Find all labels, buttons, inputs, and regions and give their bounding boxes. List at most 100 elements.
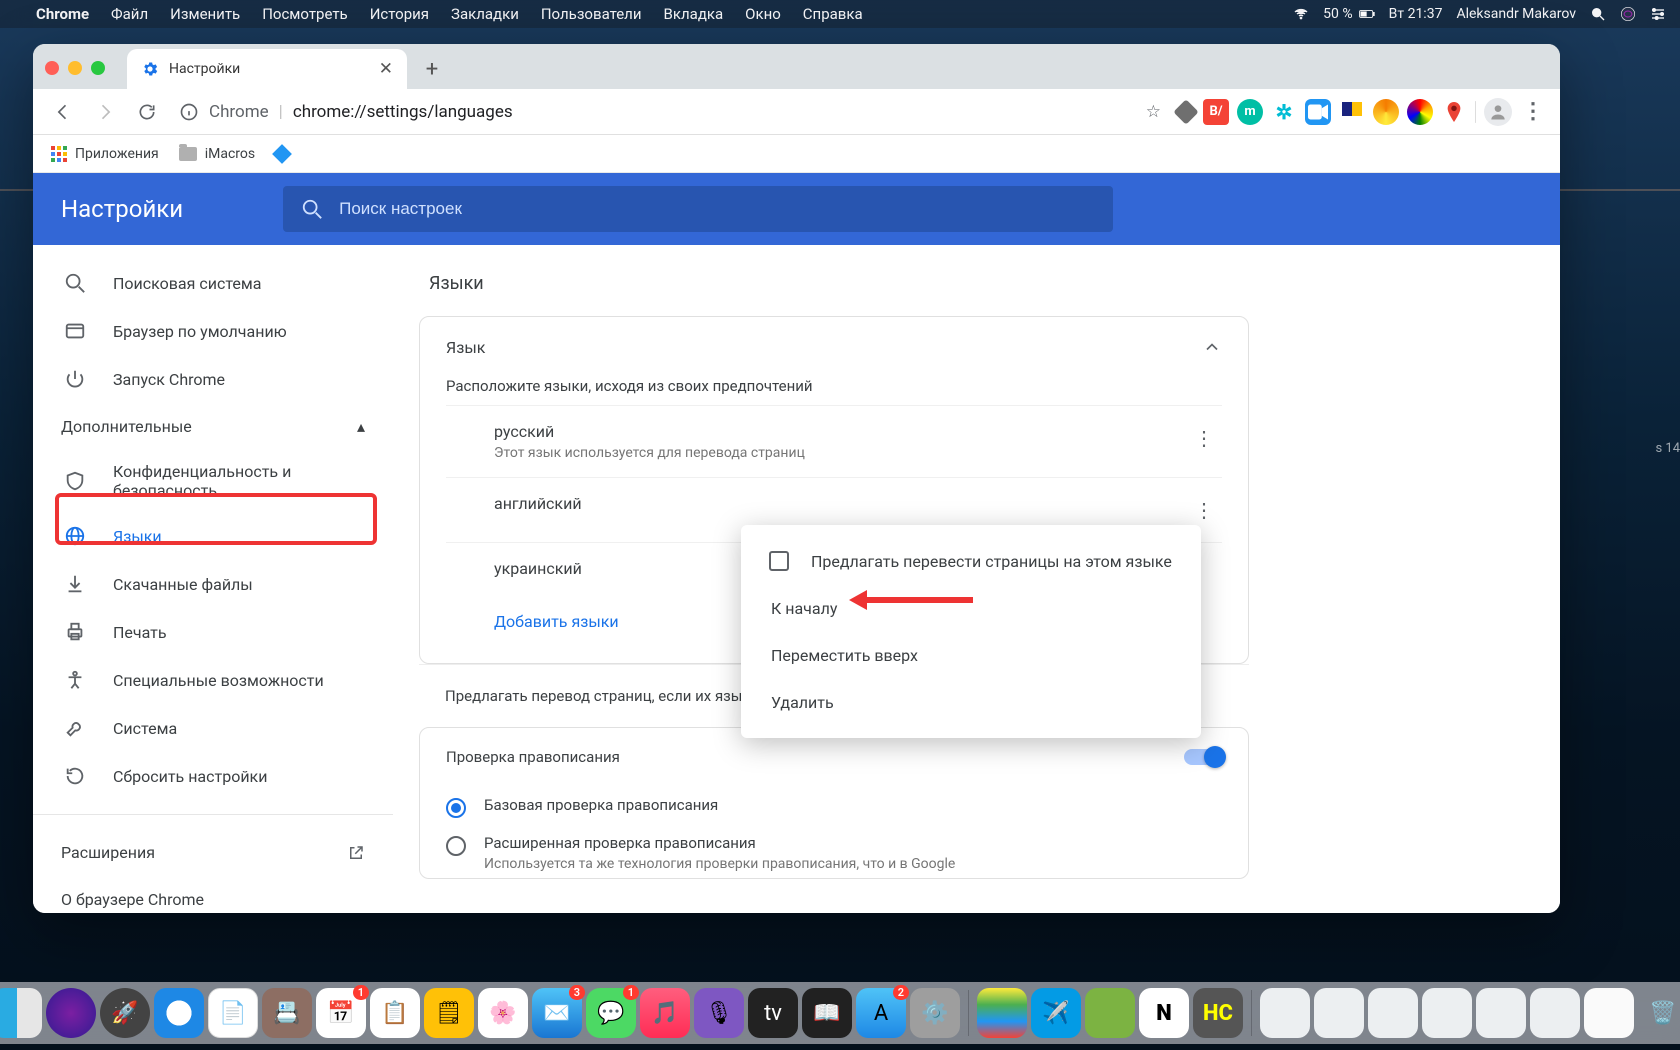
spotlight-icon[interactable] [1590, 6, 1606, 22]
new-tab-button[interactable]: + [415, 52, 449, 86]
extension-icon[interactable] [1339, 99, 1365, 125]
sidebar-item-accessibility[interactable]: Специальные возможности [33, 656, 393, 704]
browser-tab[interactable]: Настройки ✕ [127, 49, 407, 89]
dock-stack[interactable] [1368, 988, 1418, 1038]
dock-app-messages[interactable]: 💬1 [586, 988, 636, 1038]
menubar-item[interactable]: Пользователи [541, 5, 642, 23]
radio-button-icon[interactable] [446, 798, 466, 818]
menubar-item[interactable]: Посмотреть [262, 5, 348, 23]
profile-avatar[interactable] [1484, 98, 1512, 126]
dock-app-finder[interactable] [0, 988, 42, 1038]
sidebar-item-search-engine[interactable]: Поисковая система [33, 259, 393, 307]
settings-search-input[interactable] [339, 199, 1095, 219]
dock-app-calendar[interactable]: 📅1 [316, 988, 366, 1038]
menubar-item[interactable]: Справка [803, 5, 863, 23]
dock-app-telegram[interactable]: ✈️ [1031, 988, 1081, 1038]
dock-app-reminders[interactable]: 📋 [370, 988, 420, 1038]
spellcheck-enhanced-option[interactable]: Расширенная проверка правописания Исполь… [420, 824, 1248, 878]
bookmark-item[interactable] [275, 147, 289, 161]
dock-stack[interactable] [1530, 988, 1580, 1038]
chrome-menu-button[interactable]: ⋮ [1520, 99, 1546, 125]
menu-item-offer-translate[interactable]: Предлагать перевести страницы на этом яз… [741, 537, 1201, 585]
sidebar-item-reset[interactable]: Сбросить настройки [33, 752, 393, 800]
sidebar-item-downloads[interactable]: Скачанные файлы [33, 560, 393, 608]
spellcheck-basic-option[interactable]: Базовая проверка правописания [420, 786, 1248, 824]
address-bar[interactable]: Chrome | chrome://settings/languages ☆ [173, 95, 1167, 129]
dock-app-notes[interactable]: 🗒 [424, 988, 474, 1038]
menubar-item[interactable]: Окно [745, 5, 781, 23]
menubar-app-name[interactable]: Chrome [36, 5, 89, 23]
dock-app-photos[interactable]: 🌸 [478, 988, 528, 1038]
extension-icon[interactable]: ✲ [1271, 99, 1297, 125]
extension-icon[interactable] [1373, 99, 1399, 125]
checkbox-icon[interactable] [769, 551, 789, 571]
window-close-button[interactable] [45, 61, 59, 75]
extension-icon[interactable]: В/ [1203, 99, 1229, 125]
extension-icon[interactable] [1441, 99, 1467, 125]
menubar-item[interactable]: Вкладка [664, 5, 724, 23]
bookmark-folder[interactable]: iMacros [179, 146, 255, 162]
dock-app-mail[interactable]: ✉️3 [532, 988, 582, 1038]
more-actions-button[interactable]: ⋮ [1186, 494, 1222, 526]
dock-app-tv[interactable]: tv [748, 988, 798, 1038]
dock-app-hc[interactable]: HC [1193, 988, 1243, 1038]
more-actions-button[interactable]: ⋮ [1186, 422, 1222, 454]
sidebar-item-languages[interactable]: Языки [33, 512, 393, 560]
menubar-username[interactable]: Aleksandr Makarov [1456, 6, 1576, 22]
dock-app-safari[interactable] [154, 988, 204, 1038]
sidebar-advanced-toggle[interactable]: Дополнительные ▴ [33, 403, 393, 450]
dock-app-contacts[interactable]: 📇 [262, 988, 312, 1038]
tab-close-button[interactable]: ✕ [379, 59, 393, 79]
site-info-icon[interactable] [179, 102, 199, 122]
wifi-icon[interactable] [1293, 6, 1309, 22]
control-center-icon[interactable] [1650, 6, 1666, 22]
dock-app-podcasts[interactable]: 🎙 [694, 988, 744, 1038]
menu-item-delete[interactable]: Удалить [741, 679, 1201, 726]
sidebar-item-onstartup[interactable]: Запуск Chrome [33, 355, 393, 403]
dock-app-notion[interactable]: N [1139, 988, 1189, 1038]
sidebar-item-system[interactable]: Система [33, 704, 393, 752]
bookmark-star-icon[interactable]: ☆ [1146, 102, 1161, 122]
dock-stack[interactable] [1476, 988, 1526, 1038]
dock-app-appstore[interactable]: A2 [856, 988, 906, 1038]
sidebar-item-default-browser[interactable]: Браузер по умолчанию [33, 307, 393, 355]
sidebar-item-privacy[interactable]: Конфиденциальность и безопасность [33, 450, 393, 512]
dock-app-launchpad[interactable]: 🚀 [100, 988, 150, 1038]
menu-item-move-up[interactable]: Переместить вверх [741, 632, 1201, 679]
dock-trash[interactable]: 🗑️ [1638, 988, 1680, 1038]
extension-icon[interactable] [1173, 99, 1198, 124]
extension-icon[interactable] [1305, 99, 1331, 125]
dock-app-books[interactable]: 📖 [802, 988, 852, 1038]
menubar-item[interactable]: История [370, 5, 429, 23]
window-minimize-button[interactable] [68, 61, 82, 75]
menubar-datetime[interactable]: Вт 21:37 [1389, 6, 1443, 22]
dock-app-siri[interactable] [46, 988, 96, 1038]
back-button[interactable] [47, 96, 79, 128]
menubar-item[interactable]: Изменить [170, 5, 240, 23]
forward-button[interactable] [89, 96, 121, 128]
window-maximize-button[interactable] [91, 61, 105, 75]
dock-stack[interactable] [1260, 988, 1310, 1038]
dock-stack[interactable] [1314, 988, 1364, 1038]
apps-shortcut[interactable]: Приложения [51, 146, 159, 162]
radio-button-icon[interactable] [446, 836, 466, 856]
battery-status[interactable]: 50 % [1323, 6, 1374, 22]
extension-icon[interactable] [1407, 99, 1433, 125]
dock-stack[interactable] [1422, 988, 1472, 1038]
dock-app-music[interactable]: 🎵 [640, 988, 690, 1038]
sidebar-item-about[interactable]: О браузере Chrome [33, 876, 393, 913]
menubar-item[interactable]: Файл [111, 5, 148, 23]
extension-icon[interactable]: m [1237, 99, 1263, 125]
dock-app-settings[interactable]: ⚙️ [910, 988, 960, 1038]
sidebar-item-extensions[interactable]: Расширения [33, 829, 393, 876]
spellcheck-toggle[interactable] [1184, 749, 1222, 765]
siri-icon[interactable] [1620, 6, 1636, 22]
sidebar-item-printing[interactable]: Печать [33, 608, 393, 656]
dock-app-chrome[interactable] [977, 988, 1027, 1038]
dock-stack[interactable] [1584, 988, 1634, 1038]
menubar-item[interactable]: Закладки [451, 5, 519, 23]
card-header[interactable]: Язык [420, 317, 1248, 377]
dock-app-textedit[interactable]: 📄 [208, 988, 258, 1038]
menu-item-to-top[interactable]: К началу [741, 585, 1201, 632]
dock-app-spreadnote[interactable] [1085, 988, 1135, 1038]
